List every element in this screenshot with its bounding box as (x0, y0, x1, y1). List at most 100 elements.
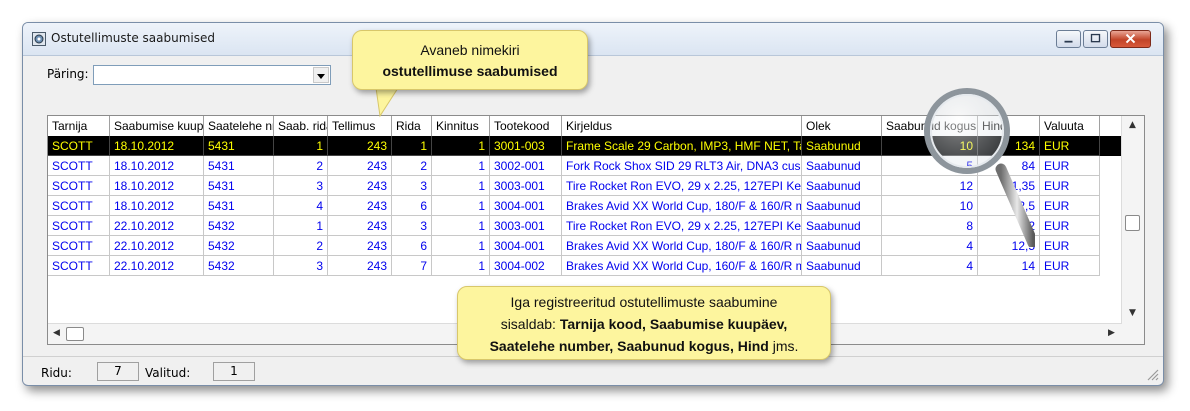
vertical-scrollbar[interactable]: ▲ ▼ (1121, 116, 1144, 344)
table-cell: 243 (328, 156, 392, 176)
table-cell: EUR (1040, 216, 1100, 236)
column-header[interactable]: Saatelehe nr (204, 116, 274, 136)
table-cell: 2 (274, 236, 328, 256)
chevron-down-icon (317, 74, 325, 79)
rows-count-label: Ridu: (41, 366, 72, 380)
table-row[interactable]: SCOTT 22.10.2012 5432 3 243 7 1 3004-002 Brakes … (48, 256, 1122, 276)
table-cell: 243 (328, 256, 392, 276)
title-bar[interactable]: Ostutellimuste saabumised (23, 23, 1163, 56)
table-cell: 5432 (204, 216, 274, 236)
table-cell: SCOTT (48, 156, 110, 176)
table-cell: Tire Rocket Ron EVO, 29 x 2.25, 127EPI K… (562, 176, 802, 196)
minimize-button[interactable] (1056, 30, 1081, 48)
table-cell: 22.10.2012 (110, 216, 204, 236)
callout-top-line1: Avaneb nimekiri (420, 42, 520, 58)
callout-bottom-line3-bold: Saatelehe number, Saabunud kogus, Hind (489, 338, 769, 354)
vertical-scroll-thumb[interactable] (1125, 215, 1140, 231)
query-select[interactable] (93, 65, 331, 85)
callout-bottom-line2: sisaldab: Tarnija kood, Saabumise kuupäe… (458, 313, 830, 335)
table-cell: 22.10.2012 (110, 256, 204, 276)
table-cell: Brakes Avid XX World Cup, 180/F & 160/R … (562, 236, 802, 256)
table-cell: 3004-001 (490, 236, 562, 256)
column-header[interactable]: Rida (392, 116, 432, 136)
table-cell: 18.10.2012 (110, 176, 204, 196)
table-cell: 243 (328, 196, 392, 216)
table-cell: Saabunud (802, 196, 882, 216)
query-dropdown-button[interactable] (313, 67, 329, 83)
table-cell: 3001-003 (490, 136, 562, 156)
column-header[interactable]: Tootekood (490, 116, 562, 136)
window-title: Ostutellimuste saabumised (51, 31, 216, 45)
callout-bottom-line3: Saatelehe number, Saabunud kogus, Hind j… (458, 335, 830, 357)
table-cell: Frame Scale 29 Carbon, IMP3, HMF NET, Ta (562, 136, 802, 156)
table-cell: 1 (274, 216, 328, 236)
scroll-down-icon[interactable]: ▼ (1129, 308, 1136, 318)
table-cell: Saabunud (802, 176, 882, 196)
table-cell: 14 (978, 256, 1040, 276)
table-cell: SCOTT (48, 236, 110, 256)
table-cell: 1 (432, 176, 490, 196)
column-header[interactable]: Kinnitus (432, 116, 490, 136)
table-cell: 3 (392, 176, 432, 196)
table-cell: 6 (392, 236, 432, 256)
selected-count-label: Valitud: (145, 366, 191, 380)
resize-grip-icon[interactable] (1145, 367, 1159, 381)
table-cell: 243 (328, 176, 392, 196)
table-cell: EUR (1040, 176, 1100, 196)
table-cell: 3004-001 (490, 196, 562, 216)
table-cell: 4 (882, 256, 978, 276)
selected-count-value: 1 (213, 362, 255, 381)
status-bar: Ridu: 7 Valitud: 1 (23, 356, 1163, 385)
table-cell: 2 (392, 156, 432, 176)
table-cell: 3 (274, 256, 328, 276)
table-cell: 5432 (204, 236, 274, 256)
callout-top-line2: ostutellimuse saabumised (382, 63, 558, 79)
close-button[interactable] (1110, 30, 1151, 48)
table-cell: 3 (274, 176, 328, 196)
table-cell: 1 (432, 236, 490, 256)
table-cell: 18.10.2012 (110, 196, 204, 216)
column-header[interactable]: Tellimus (328, 116, 392, 136)
table-cell: 243 (328, 216, 392, 236)
table-cell: 5432 (204, 256, 274, 276)
table-cell: 1 (432, 216, 490, 236)
column-header[interactable]: Saabumise kuup. (110, 116, 204, 136)
column-header[interactable]: Olek (802, 116, 882, 136)
table-cell: EUR (1040, 236, 1100, 256)
table-cell: 243 (328, 236, 392, 256)
table-cell: 18.10.2012 (110, 156, 204, 176)
table-cell: 243 (328, 136, 392, 156)
table-cell: 3002-001 (490, 156, 562, 176)
table-cell: Saabunud (802, 216, 882, 236)
app-icon (32, 32, 46, 46)
column-header[interactable]: Saab. rida (274, 116, 328, 136)
scroll-left-icon[interactable]: ◀ (53, 328, 60, 338)
table-cell: 7 (392, 256, 432, 276)
callout-list-opens: Avaneb nimekiri ostutellimuse saabumised (352, 30, 588, 90)
table-cell: 1 (274, 136, 328, 156)
table-cell: 5431 (204, 176, 274, 196)
close-icon (1125, 33, 1136, 44)
table-cell: 1 (432, 156, 490, 176)
scroll-right-icon[interactable]: ▶ (1108, 328, 1115, 338)
maximize-icon (1090, 33, 1101, 43)
table-cell: 3003-001 (490, 216, 562, 236)
callout-bottom-line2-bold: Tarnija kood, Saabumise kuupäev, (559, 316, 788, 332)
query-label: Päring: (47, 67, 89, 81)
callout-bottom-line3-suffix: jms. (768, 338, 799, 354)
table-cell: 3004-002 (490, 256, 562, 276)
magnifier-icon (924, 88, 1035, 247)
maximize-button[interactable] (1083, 30, 1108, 48)
scroll-up-icon[interactable]: ▲ (1129, 120, 1136, 130)
table-cell: Brakes Avid XX World Cup, 160/F & 160/R … (562, 256, 802, 276)
table-cell: 5431 (204, 196, 274, 216)
callout-bottom-line1: Iga registreeritud ostutellimuste saabum… (510, 294, 778, 310)
table-cell: 1 (392, 136, 432, 156)
column-header[interactable]: Kirjeldus (562, 116, 802, 136)
table-cell: 3003-001 (490, 176, 562, 196)
table-cell: SCOTT (48, 176, 110, 196)
horizontal-scroll-thumb[interactable] (66, 327, 84, 341)
column-header[interactable]: Valuuta (1040, 116, 1100, 136)
table-cell: Tire Rocket Ron EVO, 29 x 2.25, 127EPI K… (562, 216, 802, 236)
column-header[interactable]: Tarnija (48, 116, 110, 136)
